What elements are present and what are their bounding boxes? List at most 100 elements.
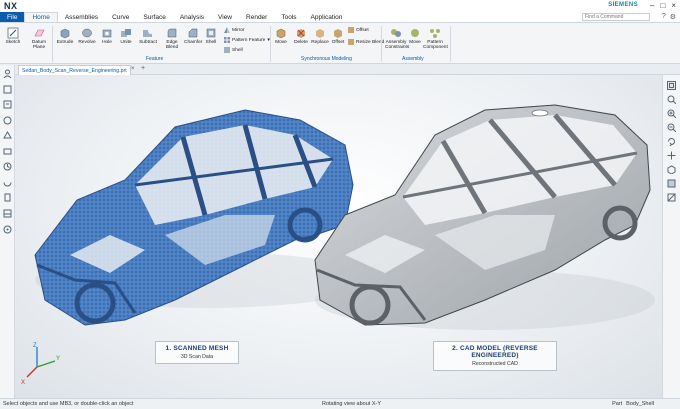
subtract-icon [143,28,154,37]
file-tab[interactable]: File [0,12,25,22]
close-icon[interactable]: × [131,66,135,72]
roles-icon[interactable] [3,193,12,202]
resize-icon [348,39,354,45]
maximize-button[interactable]: □ [660,1,665,10]
system-scenes-icon[interactable] [3,209,12,218]
chamfer-icon [188,28,198,38]
process-studio-icon[interactable] [3,178,12,187]
part-navigator-icon[interactable] [3,69,12,78]
caption-subtitle: Reconstructed CAD [472,361,518,367]
datum-plane-button[interactable]: Datum Plane [30,27,48,50]
cad-model[interactable] [314,104,655,330]
triad-y-label: Y [56,356,60,362]
triad-x-label: X [21,380,25,386]
offset-small-button[interactable]: Offset [348,27,369,33]
offset-small-icon [348,27,354,33]
sketch-button[interactable]: Sketch [5,27,21,45]
fit-view-icon[interactable] [667,81,676,90]
rotate-icon[interactable] [667,137,676,146]
revolve-button[interactable]: Revolve [78,27,96,45]
view-triad: Z Y X [21,343,60,386]
unite-button[interactable]: Unite [118,27,134,45]
hole-button[interactable]: Hole [100,27,114,45]
group-synchronous-label: Synchronous Modeling [301,56,352,62]
pattern-icon [224,37,230,43]
ribbon-separator [52,26,53,62]
ribbon: Sketch Datum Plane Extrude Revolve Hole … [0,23,680,64]
assembly-navigator-icon[interactable] [3,85,12,94]
ribbon-separator [450,26,451,62]
tab-assemblies[interactable]: Assemblies [58,12,105,22]
help-icon[interactable]: ? [662,13,666,21]
assembly-constraints-button[interactable]: Assembly Constraints [385,27,409,50]
extrude-button[interactable]: Extrude [56,27,74,45]
part-label: Part [612,401,623,407]
zoom-out-icon[interactable] [667,123,676,132]
part-value: Body_Shell [626,401,654,407]
offset-icon [334,29,342,38]
pan-icon[interactable] [667,151,676,160]
edge-blend-button[interactable]: Edge Blend [162,27,182,50]
palette-icon[interactable] [3,225,12,234]
pattern-component-icon [430,29,440,38]
replace-icon [316,29,324,38]
constraint-icon [391,29,401,37]
minimize-button[interactable]: – [650,1,654,10]
status-prompt: Select objects and use MB3, or double-cl… [3,401,134,407]
group-assembly-label: Assembly [402,56,424,62]
cad-model-caption: 2. CAD MODEL (REVERSE ENGINEERED) Recons… [433,341,557,371]
status-bar: Select objects and use MB3, or double-cl… [0,398,680,409]
datum-plane-icon [34,29,45,37]
graphics-viewport[interactable]: Z Y X 1. SCANNED MESH 3D Scan Data 2. CA… [15,75,662,398]
replace-face-button[interactable]: Replace [311,27,329,45]
delete-face-button[interactable]: Delete [292,27,310,45]
settings-icon[interactable]: ⚙ [670,13,676,21]
zoom-icon[interactable] [667,95,676,104]
shell-icon [206,28,216,38]
pattern-component-button[interactable]: Pattern Component [423,27,448,50]
menu-bar: File Home Assemblies Curve Surface Analy… [0,12,680,23]
render-style-icon[interactable] [667,179,676,188]
left-resource-bar [0,65,15,398]
document-tab[interactable]: Sedan_Body_Scan_Reverse_Engineering.prt [18,65,131,75]
mirror-button[interactable]: Mirror [224,27,245,33]
caption-title: 1. SCANNED MESH [165,345,229,352]
tab-analysis[interactable]: Analysis [173,12,211,22]
resize-blend-button[interactable]: Resize Blend [348,39,384,45]
move-component-button[interactable]: Move [408,27,422,45]
orient-view-icon[interactable] [667,165,676,174]
close-button[interactable]: × [671,1,676,10]
caption-title: 2. CAD MODEL (REVERSE ENGINEERED) [452,345,538,359]
model-scene: Z Y X [21,104,655,386]
tab-surface[interactable]: Surface [136,12,172,22]
hd3d-tools-icon[interactable] [3,131,12,140]
ribbon-separator [381,26,382,62]
tab-view[interactable]: View [211,12,239,22]
edge-blend-icon [167,28,177,38]
move-face-button[interactable]: Move [274,27,288,45]
constraint-navigator-icon[interactable] [3,100,12,109]
command-search-input[interactable] [582,13,650,21]
app-logo: NX [4,1,18,11]
tab-home[interactable]: Home [24,12,58,22]
history-icon[interactable] [3,162,12,171]
chamfer-button[interactable]: Chamfer [184,27,202,45]
move-icon [276,28,286,39]
zoom-in-icon[interactable] [667,109,676,118]
offset-face-button[interactable]: Offset [330,27,346,45]
brand-label: SIEMENS [608,2,638,8]
shell-small-button[interactable]: Shell [224,47,243,53]
section-view-icon[interactable] [667,193,676,202]
tab-tools[interactable]: Tools [274,12,303,22]
tab-render[interactable]: Render [239,12,274,22]
add-tab-icon[interactable]: + [141,65,145,72]
pattern-feature-button[interactable]: Pattern Feature ▾ [224,37,270,43]
shell-button[interactable]: Shell [204,27,218,45]
document-tabs: Sedan_Body_Scan_Reverse_Engineering.prt … [0,64,680,75]
tab-application[interactable]: Application [304,12,350,22]
tab-curve[interactable]: Curve [105,12,136,22]
web-browser-icon[interactable] [3,147,12,156]
delete-icon [297,29,305,38]
reuse-library-icon[interactable] [3,116,12,125]
subtract-button[interactable]: Subtract [138,27,158,45]
